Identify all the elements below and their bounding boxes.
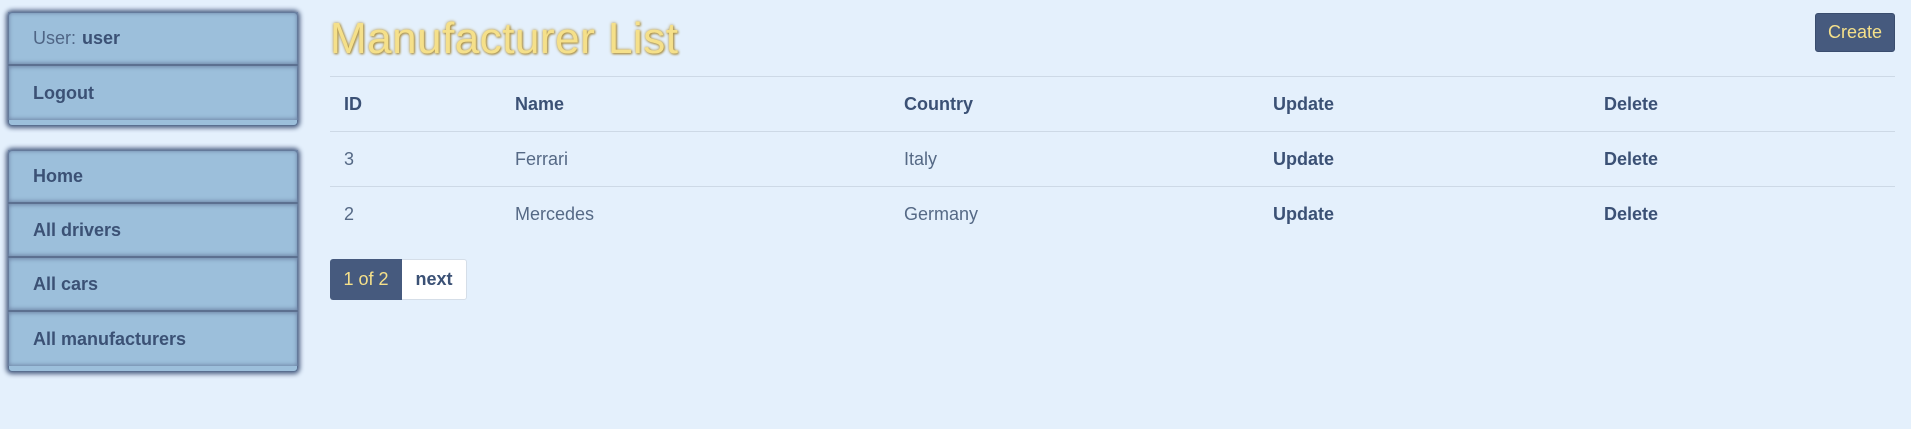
user-panel: User: user Logout [8, 12, 298, 126]
cell-id: 2 [344, 203, 355, 224]
update-link[interactable]: Update [1273, 204, 1334, 225]
table-row: 3 Ferrari Italy Update Delete [330, 132, 1895, 187]
page-title: Manufacturer List [330, 14, 679, 63]
pagination: 1 of 2 next [330, 259, 467, 300]
sidebar-item-all-cars[interactable]: All cars [8, 258, 298, 312]
table-row: 2 Mercedes Germany Update Delete [330, 187, 1895, 241]
column-header-delete: Delete [1604, 93, 1659, 114]
sidebar-item-all-manufacturers[interactable]: All manufacturers [8, 312, 298, 366]
user-name: user [82, 27, 121, 48]
cell-country: Italy [904, 148, 938, 169]
pagination-current-page: 1 of 2 [330, 259, 402, 300]
cell-name: Mercedes [515, 203, 595, 224]
sidebar-item-all-drivers[interactable]: All drivers [8, 204, 298, 258]
delete-link[interactable]: Delete [1604, 149, 1658, 170]
delete-link[interactable]: Delete [1604, 204, 1658, 225]
sidebar-nav: Home All drivers All cars All manufactur… [8, 150, 298, 372]
sidebar-item-home[interactable]: Home [8, 150, 298, 204]
column-header-update: Update [1273, 93, 1335, 114]
column-header-country: Country [904, 93, 973, 114]
user-info: User: user [8, 12, 298, 66]
logout-link[interactable]: Logout [8, 66, 298, 120]
update-link[interactable]: Update [1273, 149, 1334, 170]
user-label: User: [33, 27, 77, 48]
column-header-name: Name [515, 93, 565, 114]
column-header-id: ID [344, 93, 362, 114]
manufacturer-table: ID Name Country Update Delete 3 Ferrari … [330, 76, 1895, 241]
cell-name: Ferrari [515, 148, 568, 169]
create-button[interactable]: Create [1815, 13, 1895, 52]
cell-country: Germany [904, 203, 979, 224]
table-header-row: ID Name Country Update Delete [330, 77, 1895, 132]
cell-id: 3 [344, 148, 355, 169]
pagination-next-button[interactable]: next [402, 259, 467, 300]
